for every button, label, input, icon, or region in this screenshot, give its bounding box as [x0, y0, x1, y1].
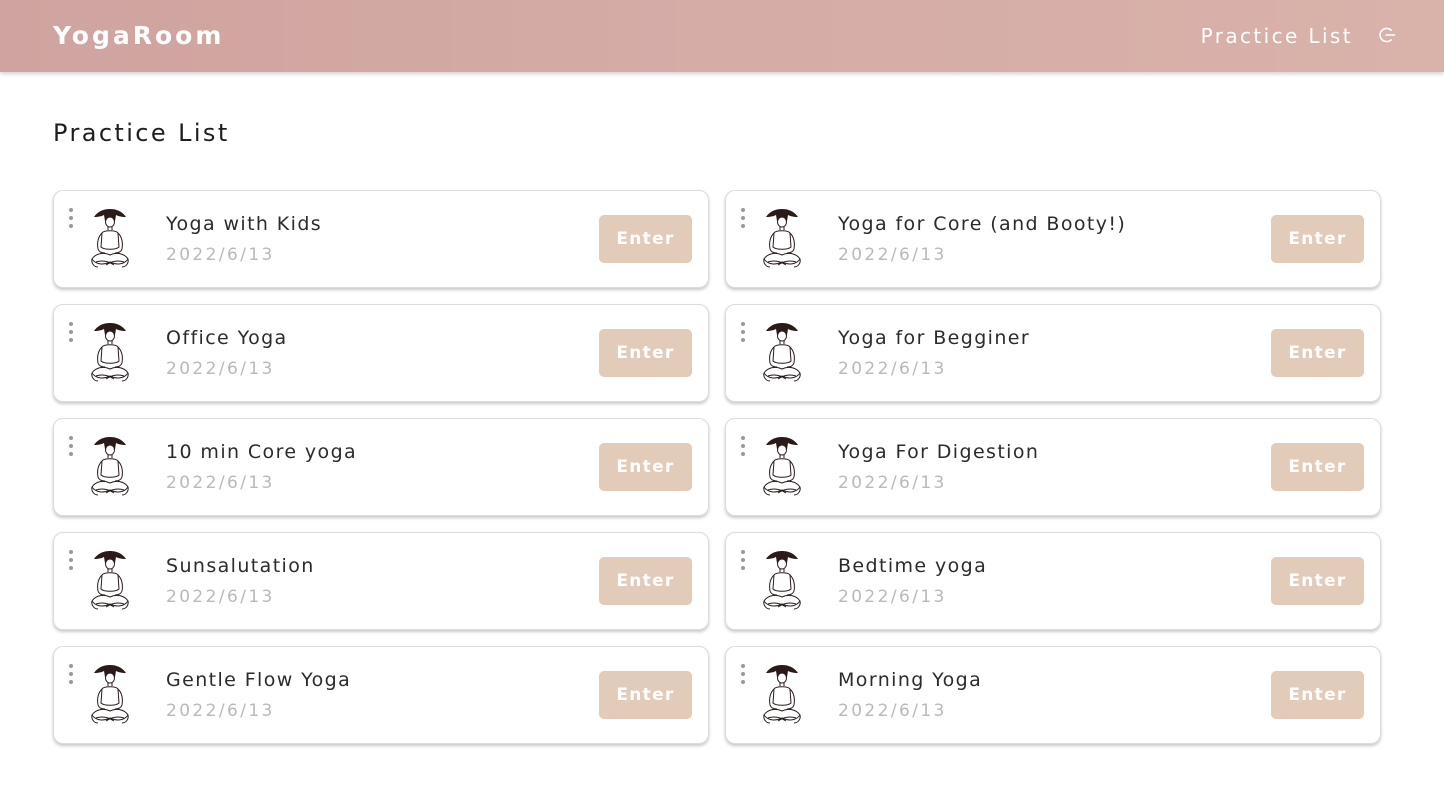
practice-card: Gentle Flow Yoga 2022/6/13 Enter [53, 646, 709, 744]
enter-button[interactable]: Enter [1271, 671, 1364, 719]
enter-button[interactable]: Enter [599, 329, 692, 377]
practice-title: Yoga with Kids [166, 213, 323, 235]
enter-button[interactable]: Enter [1271, 443, 1364, 491]
practice-title: Yoga for Begginer [838, 327, 1031, 349]
enter-button[interactable]: Enter [1271, 329, 1364, 377]
brand-logo[interactable]: YogaRoom [53, 19, 224, 53]
logout-icon[interactable] [1377, 25, 1397, 45]
more-vertical-icon[interactable] [64, 433, 78, 461]
more-vertical-icon[interactable] [736, 319, 750, 347]
practice-title: Gentle Flow Yoga [166, 669, 352, 691]
meditating-person-icon [763, 437, 801, 496]
enter-button[interactable]: Enter [1271, 215, 1364, 263]
more-vertical-icon[interactable] [736, 547, 750, 575]
practice-date: 2022/6/13 [166, 701, 275, 721]
meditating-person-icon [91, 437, 129, 496]
meditating-person-icon [91, 323, 129, 382]
more-vertical-icon[interactable] [736, 433, 750, 461]
more-vertical-icon[interactable] [736, 661, 750, 689]
meditating-person-icon [91, 665, 129, 724]
practice-date: 2022/6/13 [838, 245, 947, 265]
practice-title: 10 min Core yoga [166, 441, 358, 463]
practice-card: Yoga for Begginer 2022/6/13 Enter [725, 304, 1381, 402]
practice-card: Yoga For Digestion 2022/6/13 Enter [725, 418, 1381, 516]
practice-title: Yoga for Core (and Booty!) [838, 213, 1127, 235]
meditating-person-icon [91, 209, 129, 268]
practice-date: 2022/6/13 [166, 359, 275, 379]
page-title: Practice List [53, 119, 230, 147]
practice-date: 2022/6/13 [166, 473, 275, 493]
practice-card: Sunsalutation 2022/6/13 Enter [53, 532, 709, 630]
practice-date: 2022/6/13 [838, 587, 947, 607]
more-vertical-icon[interactable] [64, 205, 78, 233]
app-header: YogaRoom Practice List [0, 0, 1444, 72]
practice-title: Yoga For Digestion [838, 441, 1040, 463]
meditating-person-icon [763, 551, 801, 610]
practice-card: Yoga for Core (and Booty!) 2022/6/13 Ent… [725, 190, 1381, 288]
more-vertical-icon[interactable] [64, 319, 78, 347]
meditating-person-icon [763, 323, 801, 382]
practice-date: 2022/6/13 [838, 359, 947, 379]
practice-title: Office Yoga [166, 327, 288, 349]
practice-card: Bedtime yoga 2022/6/13 Enter [725, 532, 1381, 630]
meditating-person-icon [763, 209, 801, 268]
practice-grid: Yoga with Kids 2022/6/13 Enter Yoga for … [53, 190, 1381, 744]
practice-card: Office Yoga 2022/6/13 Enter [53, 304, 709, 402]
enter-button[interactable]: Enter [1271, 557, 1364, 605]
practice-date: 2022/6/13 [166, 245, 275, 265]
enter-button[interactable]: Enter [599, 557, 692, 605]
practice-date: 2022/6/13 [838, 701, 947, 721]
enter-button[interactable]: Enter [599, 671, 692, 719]
enter-button[interactable]: Enter [599, 215, 692, 263]
more-vertical-icon[interactable] [736, 205, 750, 233]
practice-title: Morning Yoga [838, 669, 983, 691]
practice-card: Yoga with Kids 2022/6/13 Enter [53, 190, 709, 288]
nav-practice-list[interactable]: Practice List [1201, 22, 1353, 50]
meditating-person-icon [763, 665, 801, 724]
enter-button[interactable]: Enter [599, 443, 692, 491]
more-vertical-icon[interactable] [64, 547, 78, 575]
practice-date: 2022/6/13 [166, 587, 275, 607]
practice-card: 10 min Core yoga 2022/6/13 Enter [53, 418, 709, 516]
practice-card: Morning Yoga 2022/6/13 Enter [725, 646, 1381, 744]
practice-title: Sunsalutation [166, 555, 315, 577]
practice-title: Bedtime yoga [838, 555, 988, 577]
more-vertical-icon[interactable] [64, 661, 78, 689]
practice-date: 2022/6/13 [838, 473, 947, 493]
meditating-person-icon [91, 551, 129, 610]
